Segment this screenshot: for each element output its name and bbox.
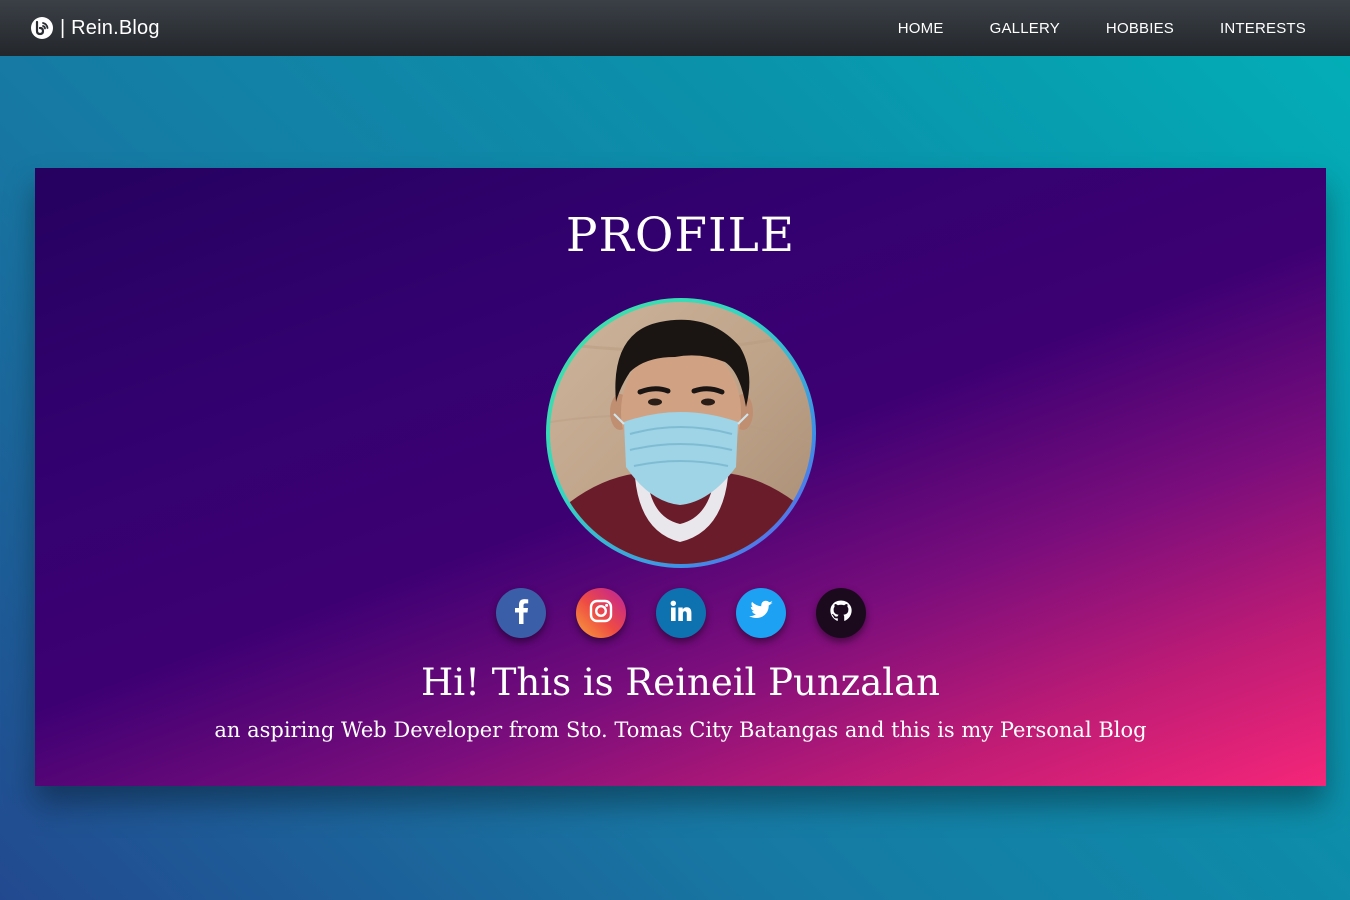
profile-tagline: an aspiring Web Developer from Sto. Toma… (214, 718, 1147, 742)
facebook-icon (511, 598, 531, 629)
blog-feed-icon (30, 16, 54, 40)
social-links (35, 588, 1326, 638)
avatar-ring (546, 298, 816, 568)
github-icon (829, 599, 853, 628)
facebook-button[interactable] (495, 588, 546, 638)
profile-card: PROFILE Hi! This is Reineil Punzalan an … (35, 168, 1326, 786)
instagram-button[interactable] (575, 588, 626, 638)
linkedin-icon (669, 599, 693, 628)
nav-home[interactable]: HOME (898, 20, 944, 37)
profile-title: PROFILE (565, 208, 796, 263)
twitter-icon (748, 600, 774, 627)
nav-interests[interactable]: INTERESTS (1220, 20, 1306, 37)
top-navbar: | Rein.Blog HOME GALLERY HOBBIES INTERES… (0, 0, 1350, 56)
greeting-heading: Hi! This is Reineil Punzalan (421, 661, 940, 704)
profile-avatar (550, 302, 812, 564)
nav-links: HOME GALLERY HOBBIES INTERESTS (875, 20, 1328, 37)
brand-name: | Rein.Blog (60, 16, 160, 39)
twitter-button[interactable] (735, 588, 786, 638)
linkedin-button[interactable] (655, 588, 706, 638)
instagram-icon (589, 599, 613, 628)
brand-link[interactable]: | Rein.Blog (30, 16, 160, 40)
nav-gallery[interactable]: GALLERY (990, 20, 1060, 37)
github-button[interactable] (815, 588, 866, 638)
nav-hobbies[interactable]: HOBBIES (1106, 20, 1174, 37)
